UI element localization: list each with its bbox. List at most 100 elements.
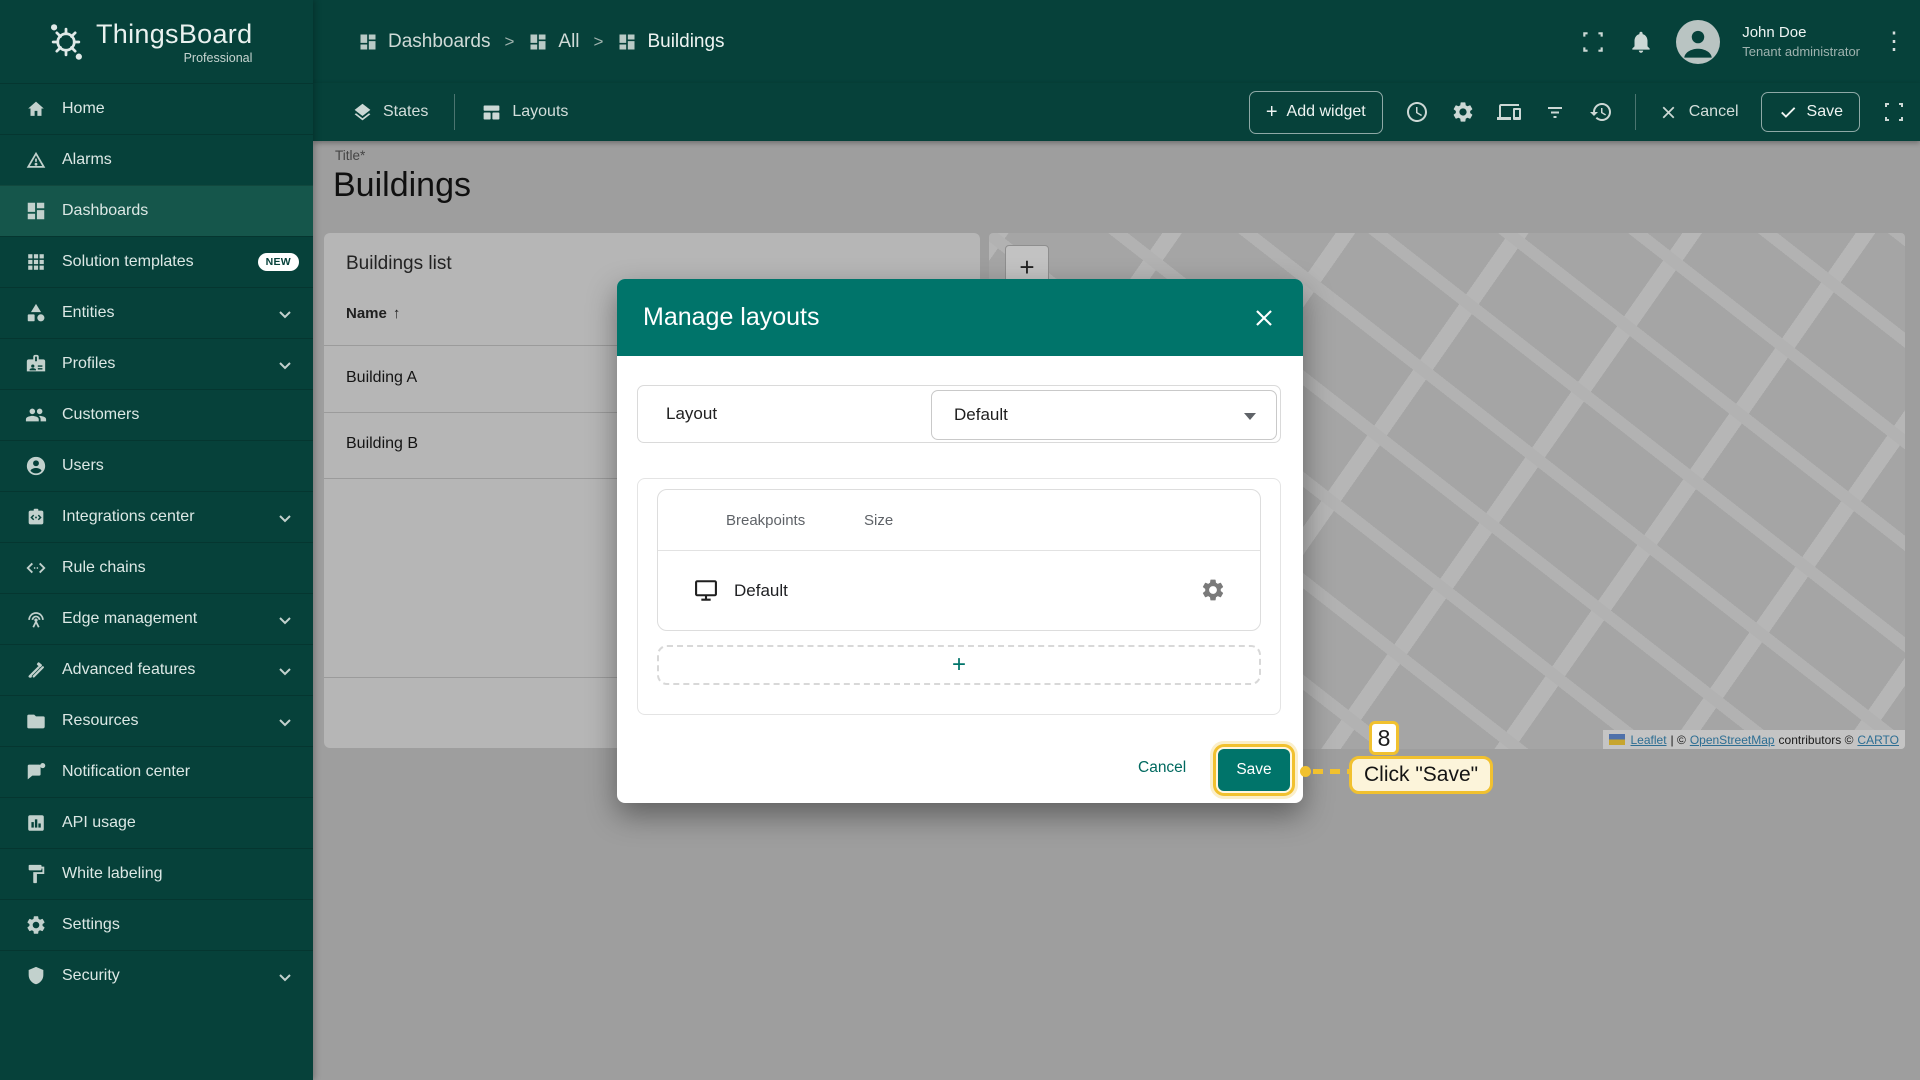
brand-name: ThingsBoard [96,19,252,50]
divider [658,550,1260,551]
leaflet-link[interactable]: Leaflet [1631,733,1667,747]
close-icon[interactable] [1251,305,1277,331]
breadcrumb-buildings[interactable]: Buildings [617,31,724,53]
dialog-title: Manage layouts [643,303,820,332]
dashboard-title-label: Title* [335,148,365,163]
user-name: John Doe [1742,24,1860,41]
antenna-icon [24,607,48,631]
sidebar-item-dashboards[interactable]: Dashboards [0,185,313,236]
sidebar-item-entities[interactable]: Entities [0,287,313,338]
sidebar-item-alarms[interactable]: Alarms [0,134,313,185]
fullscreen-icon[interactable] [1580,29,1606,55]
sidebar-item-notification-center[interactable]: Notification center [0,746,313,797]
sidebar-item-edge-management[interactable]: Edge management [0,593,313,644]
dashboard-grid-icon [617,32,637,52]
divider [454,94,455,130]
apps-grid-icon [24,250,48,274]
tools-icon [24,658,48,682]
breakpoints-container: Breakpoints Size Default + [637,478,1281,715]
column-header-size: Size [864,490,893,550]
sidebar-item-customers[interactable]: Customers [0,389,313,440]
dialog-header: Manage layouts [617,279,1303,356]
layout-select[interactable]: Default [931,390,1277,440]
breakpoint-row-name[interactable]: Default [734,581,788,601]
sidebar-item-security[interactable]: Security [0,950,313,1001]
kebab-menu-icon[interactable]: ⋮ [1882,31,1906,53]
table-row[interactable]: Building B [346,435,418,453]
divider [1635,94,1636,130]
screen: Title* Buildings Buildings list Name↑ Bu… [0,0,1920,1080]
states-button[interactable]: States [352,102,428,123]
breadcrumb-separator: > [594,32,604,52]
user-circle-icon [24,454,48,478]
add-widget-button[interactable]: + Add widget [1249,91,1383,134]
header-actions: John Doe Tenant administrator ⋮ [1580,0,1906,83]
sidebar-item-profiles[interactable]: Profiles [0,338,313,389]
avatar[interactable] [1676,20,1720,64]
sidebar-item-home[interactable]: Home [0,83,313,134]
folder-icon [24,709,48,733]
gear-icon [24,913,48,937]
carto-link[interactable]: CARTO [1857,733,1899,747]
annotation-step-number: 8 [1369,721,1399,755]
sidebar-item-rule-chains[interactable]: Rule chains [0,542,313,593]
dialog-cancel-button[interactable]: Cancel [1138,759,1186,777]
plus-icon: + [1266,101,1278,124]
layout-icon [481,102,502,123]
add-breakpoint-button[interactable]: + [657,645,1261,685]
layout-field-row: Layout Default [637,385,1281,443]
filter-icon[interactable] [1543,100,1567,124]
devices-icon[interactable] [1497,100,1521,124]
settings-gear-icon[interactable] [1451,100,1475,124]
breadcrumb-dashboards[interactable]: Dashboards [358,31,490,53]
widget-title: Buildings list [346,253,452,275]
sidebar-item-resources[interactable]: Resources [0,695,313,746]
sidebar-item-advanced-features[interactable]: Advanced features [0,644,313,695]
manage-layouts-dialog: Manage layouts Layout Default Breakpoint… [617,279,1303,803]
badge-icon [24,352,48,376]
table-row[interactable]: Building A [346,369,417,387]
row-settings-gear-icon[interactable] [1200,577,1226,603]
chevron-down-icon [273,608,297,632]
time-window-icon[interactable] [1405,100,1429,124]
history-icon[interactable] [1589,100,1613,124]
dialog-save-button[interactable]: Save [1218,749,1290,791]
layouts-button[interactable]: Layouts [481,102,568,123]
dropdown-caret-icon [1244,413,1256,420]
sidebar-item-solution-templates[interactable]: Solution templates NEW [0,236,313,287]
top-header: Dashboards > All > Buildings John Doe Te… [313,0,1920,83]
category-icon [24,301,48,325]
dashboard-grid-icon [528,32,548,52]
chevron-down-icon [273,353,297,377]
sidebar-item-white-labeling[interactable]: White labeling [0,848,313,899]
breadcrumb-separator: > [504,32,514,52]
layout-select-value: Default [954,405,1008,425]
breadcrumb-all[interactable]: All [528,31,579,53]
column-header-name[interactable]: Name↑ [346,305,400,322]
sidebar-item-integrations-center[interactable]: Integrations center [0,491,313,542]
chevron-down-icon [273,965,297,989]
annotation-label: Click "Save" [1349,756,1493,794]
thingsboard-logo-icon [44,20,88,64]
breadcrumb: Dashboards > All > Buildings [358,0,725,83]
chart-icon [24,811,48,835]
sidebar-item-users[interactable]: Users [0,440,313,491]
openstreetmap-link[interactable]: OpenStreetMap [1690,733,1775,747]
sidebar-item-settings[interactable]: Settings [0,899,313,950]
people-icon [24,403,48,427]
layout-field-label: Layout [666,404,717,424]
integration-icon [24,505,48,529]
save-dashboard-button[interactable]: Save [1761,92,1860,132]
chevron-down-icon [273,710,297,734]
cancel-button[interactable]: Cancel [1658,102,1739,123]
rule-chain-icon [24,556,48,580]
brand-subtitle: Professional [96,51,252,65]
chevron-down-icon [273,506,297,530]
dashboards-icon [24,199,48,223]
new-badge: NEW [258,253,299,271]
fullscreen-icon[interactable] [1882,100,1906,124]
app-logo[interactable]: ThingsBoard Professional [0,0,313,83]
bell-icon[interactable] [1628,29,1654,55]
sidebar-item-api-usage[interactable]: API usage [0,797,313,848]
column-header-breakpoints: Breakpoints [726,490,805,550]
